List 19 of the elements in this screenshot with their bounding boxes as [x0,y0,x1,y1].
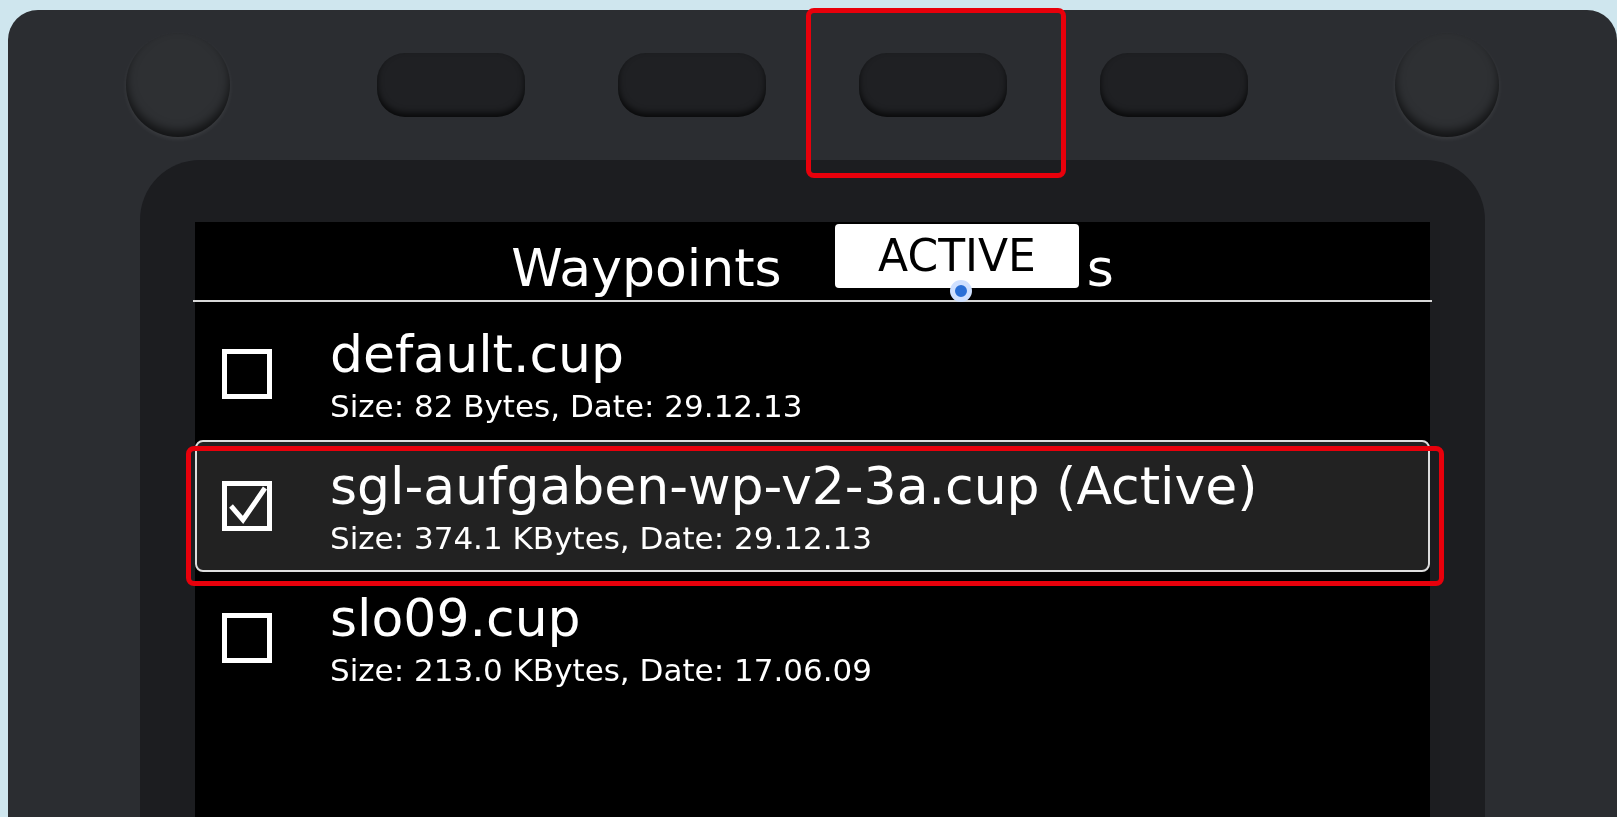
file-details: Size: 82 Bytes, Date: 29.12.13 [330,387,803,426]
hardware-button[interactable] [377,53,525,117]
file-row[interactable]: sgl-aufgaben-wp-v2-3a.cup (Active) Size: 374.1 KBytes, Date: 29.12.13 [195,440,1430,572]
screen-title: s [1086,242,1114,294]
file-name: slo09.cup [330,587,582,650]
active-tooltip: ACTIVE [835,224,1079,288]
hardware-button[interactable] [859,53,1007,117]
checkbox[interactable] [222,613,272,663]
checkbox[interactable] [222,481,272,531]
file-name: default.cup [330,323,626,386]
file-name: sgl-aufgaben-wp-v2-3a.cup (Active) [330,455,1258,518]
checkbox[interactable] [222,349,272,399]
file-details: Size: 213.0 KBytes, Date: 17.06.09 [330,651,872,690]
file-row[interactable]: slo09.cup Size: 213.0 KBytes, Date: 17.06.09 [195,572,1430,704]
hardware-button[interactable] [618,53,766,117]
check-icon [227,486,267,526]
file-row[interactable]: default.cup Size: 82 Bytes, Date: 29.12.13 [195,308,1430,440]
hardware-button[interactable] [1100,53,1248,117]
file-details: Size: 374.1 KBytes, Date: 29.12.13 [330,519,873,558]
